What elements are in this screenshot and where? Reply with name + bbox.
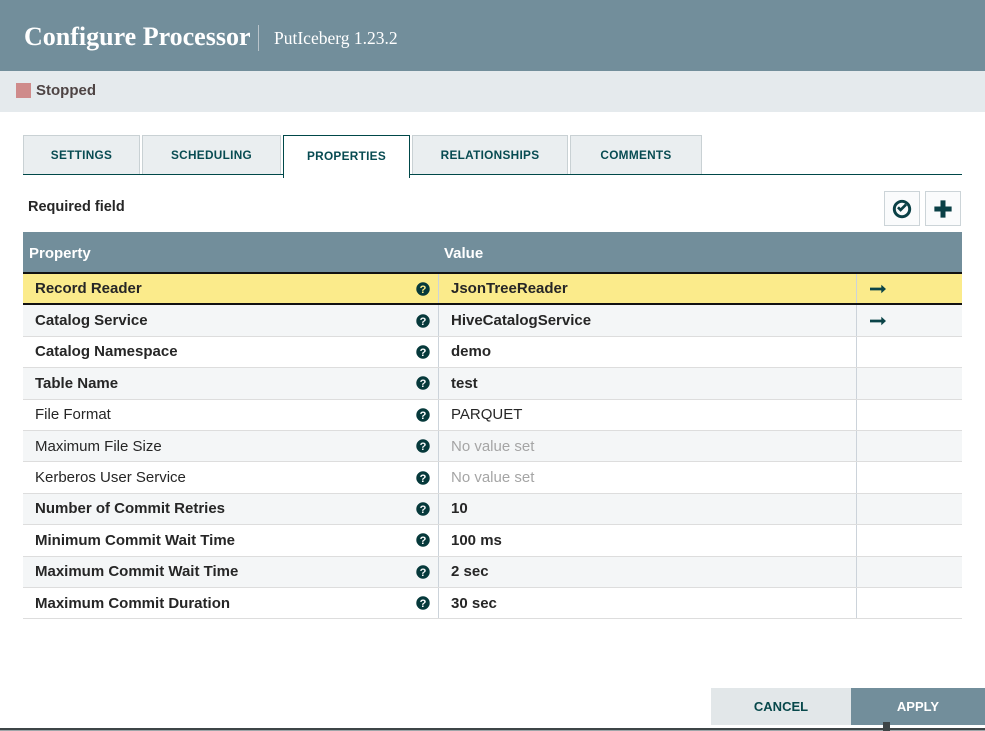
svg-text:?: ?	[420, 566, 427, 578]
svg-text:?: ?	[420, 598, 427, 610]
svg-text:?: ?	[420, 504, 427, 516]
svg-text:?: ?	[420, 283, 427, 295]
svg-text:?: ?	[420, 410, 427, 422]
svg-text:?: ?	[420, 347, 427, 359]
svg-text:?: ?	[420, 378, 427, 390]
svg-text:?: ?	[420, 535, 427, 547]
svg-text:?: ?	[420, 315, 427, 327]
svg-text:?: ?	[420, 441, 427, 453]
svg-text:?: ?	[420, 472, 427, 484]
